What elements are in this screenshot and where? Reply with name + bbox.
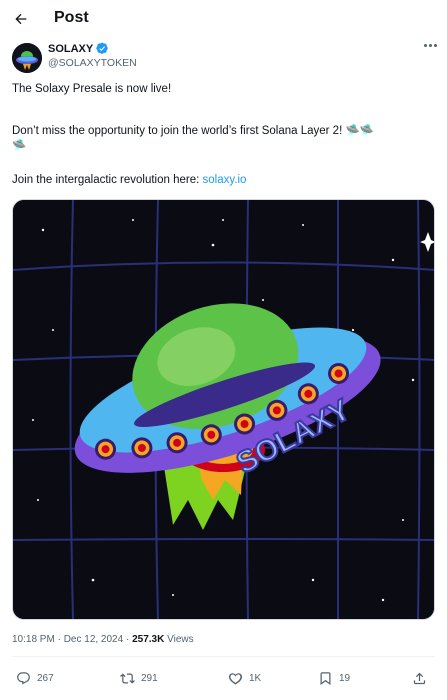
verified-badge-icon	[96, 42, 108, 54]
views-label: Views	[164, 634, 194, 645]
post-text-line-2b: 🛸	[12, 140, 27, 152]
like-button[interactable]: 1K	[228, 671, 261, 686]
repost-button[interactable]: 291	[120, 671, 158, 686]
post-text-line-3: Join the intergalactic revolution here: …	[12, 173, 437, 188]
bookmark-button[interactable]: 19	[318, 671, 350, 686]
back-arrow-icon[interactable]	[10, 8, 32, 30]
reply-button[interactable]: 267	[16, 671, 54, 686]
reply-icon	[17, 672, 30, 685]
post-metadata: 10:18 PM · Dec 12, 2024 · 257.3K Views	[12, 634, 194, 645]
action-bar: 267 291 1K 19	[12, 671, 435, 689]
author-name[interactable]: SOLAXY	[48, 43, 93, 55]
repost-count: 291	[141, 673, 158, 684]
like-count: 1K	[249, 673, 262, 684]
bookmark-count: 19	[339, 673, 351, 684]
reply-count: 267	[37, 673, 54, 684]
post-text-line-1: The Solaxy Presale is now live!	[12, 83, 172, 95]
divider	[12, 656, 435, 657]
top-bar: Post	[0, 0, 447, 37]
share-icon	[413, 672, 426, 685]
post-timestamp[interactable]: 10:18 PM · Dec 12, 2024 ·	[12, 634, 132, 645]
author-handle[interactable]: @SOLAXYTOKEN	[48, 57, 137, 69]
more-options-icon[interactable]	[424, 44, 437, 47]
post-image[interactable]: SOLAXY	[12, 199, 435, 620]
share-button[interactable]	[412, 671, 427, 686]
post-link[interactable]: solaxy.io	[203, 174, 247, 186]
author-name-row: SOLAXY	[48, 42, 109, 55]
page-title: Post	[54, 9, 89, 26]
post-text-line-2: Don’t miss the opportunity to join the w…	[12, 125, 375, 137]
post-text-prefix: Join the intergalactic revolution here:	[12, 174, 203, 186]
avatar[interactable]	[12, 43, 42, 73]
views-count: 257.3K	[132, 634, 165, 645]
repost-icon	[120, 673, 135, 684]
bookmark-icon	[320, 672, 331, 685]
heart-icon	[228, 673, 243, 685]
